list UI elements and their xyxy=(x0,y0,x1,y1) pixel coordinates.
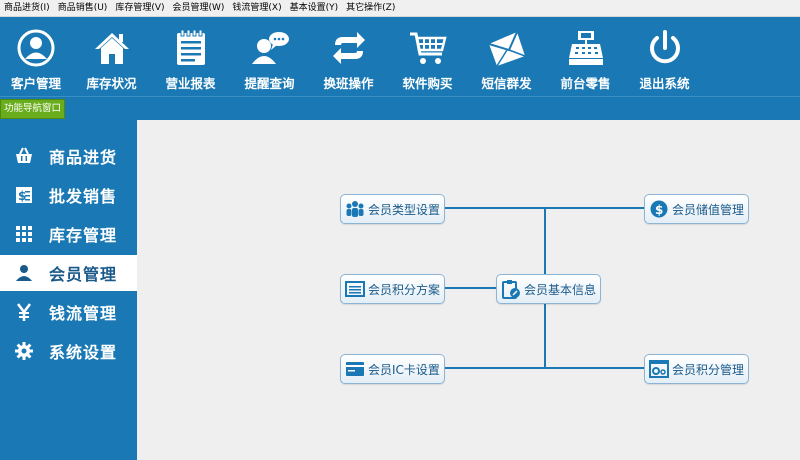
toolbar-label: 提醒查询 xyxy=(244,76,295,91)
menu-item-purchase[interactable]: 商品进货(I) xyxy=(0,0,54,16)
swap-icon xyxy=(332,32,365,64)
toolbar-sms-button[interactable]: 短信群发 xyxy=(467,17,546,96)
power-icon xyxy=(649,30,680,64)
toolbar-label: 库存状况 xyxy=(86,76,137,91)
sidebar-item-cashflow[interactable]: 钱流管理 xyxy=(0,294,137,330)
group-icon xyxy=(345,199,365,219)
toolbar-label: 换班操作 xyxy=(323,76,374,91)
sidebar-item-label: 系统设置 xyxy=(49,343,118,362)
clipboard-edit-icon xyxy=(501,279,521,299)
list-panel-icon xyxy=(345,279,365,299)
cart-icon xyxy=(409,32,447,64)
sidebar-item-purchase[interactable]: 商品进货 xyxy=(0,138,137,174)
function-diagram: 会员类型设置 $ 会员储值管理 会员积分方案 会员基本信息 会员IC卡设置 会员… xyxy=(137,120,800,460)
member-icon xyxy=(14,263,34,283)
toolbar-customer-button[interactable]: 客户管理 xyxy=(0,17,72,96)
node-label: 会员类型设置 xyxy=(368,202,441,217)
sidebar-item-wholesale[interactable]: $ 批发销售 xyxy=(0,177,137,213)
toolbar-label: 客户管理 xyxy=(10,76,61,91)
toolbar-purchase-button[interactable]: 软件购买 xyxy=(388,17,467,96)
sidebar-item-label: 批发销售 xyxy=(49,187,118,206)
node-label: 会员积分管理 xyxy=(672,362,745,377)
card-icon xyxy=(345,359,365,379)
menu-item-settings[interactable]: 基本设置(Y) xyxy=(286,0,343,16)
sidebar-item-label: 会员管理 xyxy=(49,265,118,284)
nav-window-title: 功能导航窗口 xyxy=(0,99,66,119)
cash-register-icon xyxy=(568,31,603,65)
menu-item-other[interactable]: 其它操作(Z) xyxy=(342,0,399,16)
yen-icon xyxy=(14,302,34,322)
user-circle-icon xyxy=(17,29,55,67)
member-type-settings-button[interactable]: 会员类型设置 xyxy=(340,194,445,224)
house-icon xyxy=(94,33,129,64)
menu-bar: 商品进货(I) 商品销售(U) 库存管理(V) 会员管理(W) 钱流管理(X) … xyxy=(0,0,800,17)
toolbar-reminder-button[interactable]: 提醒查询 xyxy=(230,17,309,96)
menu-item-member[interactable]: 会员管理(W) xyxy=(169,0,229,16)
member-ic-card-button[interactable]: 会员IC卡设置 xyxy=(340,354,445,384)
connector-middle xyxy=(444,287,496,289)
node-label: 会员IC卡设置 xyxy=(368,362,440,377)
toolbar-label: 营业报表 xyxy=(165,76,216,91)
sidebar: 商品进货 $ 批发销售 库存管理 会员管理 钱流管理 系统设置 xyxy=(0,120,137,460)
node-label: 会员基本信息 xyxy=(524,282,597,297)
svg-text:$: $ xyxy=(655,203,663,217)
toolbar-exit-button[interactable]: 退出系统 xyxy=(625,17,704,96)
window-gear-icon xyxy=(649,359,669,379)
nav-strip xyxy=(0,96,800,121)
toolbar: 客户管理 库存状况 营业报表 提醒查询 换班操作 软件购买 短信群发 前台零售 … xyxy=(0,17,800,96)
toolbar-label: 软件购买 xyxy=(402,76,453,91)
toolbar-label: 前台零售 xyxy=(560,76,611,91)
sidebar-item-member[interactable]: 会员管理 xyxy=(0,255,137,291)
basket-icon xyxy=(14,146,34,166)
gear-icon xyxy=(14,341,34,361)
report-icon xyxy=(176,29,205,65)
sidebar-item-settings[interactable]: 系统设置 xyxy=(0,333,137,369)
node-label: 会员储值管理 xyxy=(672,202,745,217)
node-label: 会员积分方案 xyxy=(368,282,441,297)
toolbar-label: 退出系统 xyxy=(639,76,690,91)
member-points-plan-button[interactable]: 会员积分方案 xyxy=(340,274,445,304)
menu-item-sales[interactable]: 商品销售(U) xyxy=(54,0,112,16)
member-points-mgmt-button[interactable]: 会员积分管理 xyxy=(644,354,749,384)
sidebar-item-label: 库存管理 xyxy=(49,226,118,245)
menu-item-cashflow[interactable]: 钱流管理(X) xyxy=(228,0,285,16)
menu-item-inventory[interactable]: 库存管理(V) xyxy=(111,0,168,16)
toolbar-report-button[interactable]: 营业报表 xyxy=(151,17,230,96)
toolbar-retail-button[interactable]: 前台零售 xyxy=(546,17,625,96)
member-basic-info-button[interactable]: 会员基本信息 xyxy=(496,274,601,304)
invoice-icon: $ xyxy=(14,185,34,205)
sidebar-item-label: 钱流管理 xyxy=(49,304,118,323)
dollar-coin-icon: $ xyxy=(649,199,669,219)
sidebar-item-label: 商品进货 xyxy=(49,148,118,167)
chat-user-icon xyxy=(251,32,289,64)
member-stored-value-button[interactable]: $ 会员储值管理 xyxy=(644,194,749,224)
envelope-icon xyxy=(488,31,525,67)
sidebar-item-inventory[interactable]: 库存管理 xyxy=(0,216,137,252)
toolbar-label: 短信群发 xyxy=(481,76,532,91)
toolbar-shift-button[interactable]: 换班操作 xyxy=(309,17,388,96)
connector-bottom xyxy=(444,367,644,369)
toolbar-inventory-button[interactable]: 库存状况 xyxy=(72,17,151,96)
grid-icon xyxy=(14,224,34,244)
